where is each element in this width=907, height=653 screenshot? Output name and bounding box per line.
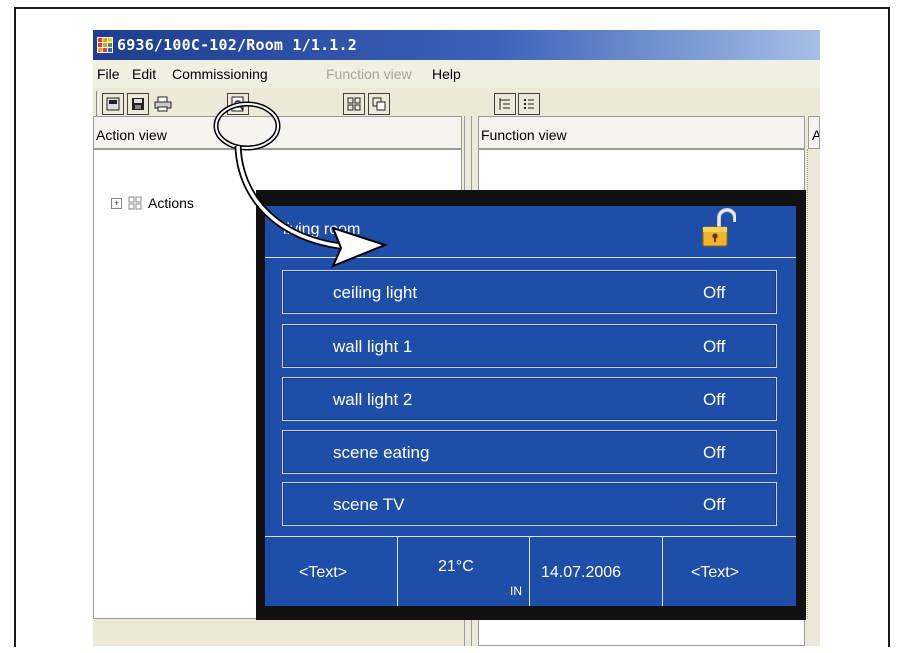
row-status: Off: [703, 443, 726, 462]
row-wall-light-1[interactable]: wall light 1 Off: [282, 324, 777, 368]
row-label: wall light 1: [333, 337, 413, 356]
actions-icon: [128, 196, 142, 210]
print-button[interactable]: [152, 93, 174, 115]
menu-help[interactable]: Help: [432, 66, 461, 82]
row-label: wall light 2: [333, 390, 413, 409]
temperature-source: IN: [510, 584, 522, 598]
save-icon: [132, 98, 144, 110]
menu-function-view: Function view: [326, 66, 412, 82]
title-bar: 6936/100C-102/Room 1/1.1.2: [93, 30, 820, 60]
new-button[interactable]: [102, 93, 124, 115]
row-scene-tv[interactable]: scene TV Off: [282, 482, 777, 526]
save-button[interactable]: [127, 93, 149, 115]
window-view-button[interactable]: [368, 93, 390, 115]
tree-view-button[interactable]: [494, 93, 516, 115]
preview-button[interactable]: [227, 93, 249, 115]
menu-commissioning[interactable]: Commissioning: [172, 66, 268, 82]
footer-divider: [265, 536, 796, 537]
row-scene-eating[interactable]: scene eating Off: [282, 430, 777, 474]
row-status: Off: [703, 495, 726, 514]
tree-node-actions[interactable]: + Actions: [111, 195, 194, 211]
row-ceiling-light[interactable]: ceiling light Off: [282, 270, 777, 314]
room-title: living room: [283, 221, 361, 238]
footer-separator: [397, 537, 398, 606]
window-view-icon: [372, 97, 386, 111]
footer-separator: [662, 537, 663, 606]
tree-view-icon: [499, 98, 510, 110]
toolbar-grip: [96, 91, 99, 119]
footer-separator: [529, 537, 530, 606]
window-title: 6936/100C-102/Room 1/1.1.2: [117, 36, 357, 54]
new-icon: [106, 97, 120, 111]
row-label: scene eating: [333, 443, 430, 462]
footer-text-right: <Text>: [691, 564, 740, 581]
preview-icon: [231, 96, 244, 112]
tree-node-label: Actions: [148, 195, 194, 211]
list-view-icon: [524, 99, 534, 109]
row-label: ceiling light: [333, 283, 418, 302]
print-icon: [154, 96, 172, 112]
row-label: scene TV: [333, 495, 405, 514]
list-view-button[interactable]: [518, 93, 540, 115]
pane-divider: [807, 149, 808, 619]
footer-text-left: <Text>: [299, 564, 348, 581]
grid-view-icon: [347, 97, 361, 111]
row-status: Off: [703, 283, 726, 302]
unlocked-padlock-icon[interactable]: [700, 208, 736, 248]
menu-file[interactable]: File: [97, 66, 120, 82]
expand-icon[interactable]: +: [111, 197, 122, 209]
function-view-header[interactable]: Function view: [478, 116, 805, 149]
date-display: 14.07.2006: [541, 564, 622, 581]
temperature-display: 21°C: [438, 558, 474, 575]
menu-bar: File Edit Commissioning Function view He…: [93, 60, 820, 88]
action-view-header[interactable]: Action view: [93, 116, 462, 149]
row-status: Off: [703, 390, 726, 409]
row-wall-light-2[interactable]: wall light 2 Off: [282, 377, 777, 421]
app-icon: [97, 37, 113, 53]
menu-edit[interactable]: Edit: [132, 66, 156, 82]
title-divider: [265, 257, 796, 258]
grid-view-button[interactable]: [343, 93, 365, 115]
third-view-header[interactable]: A: [808, 116, 820, 149]
row-status: Off: [703, 337, 726, 356]
